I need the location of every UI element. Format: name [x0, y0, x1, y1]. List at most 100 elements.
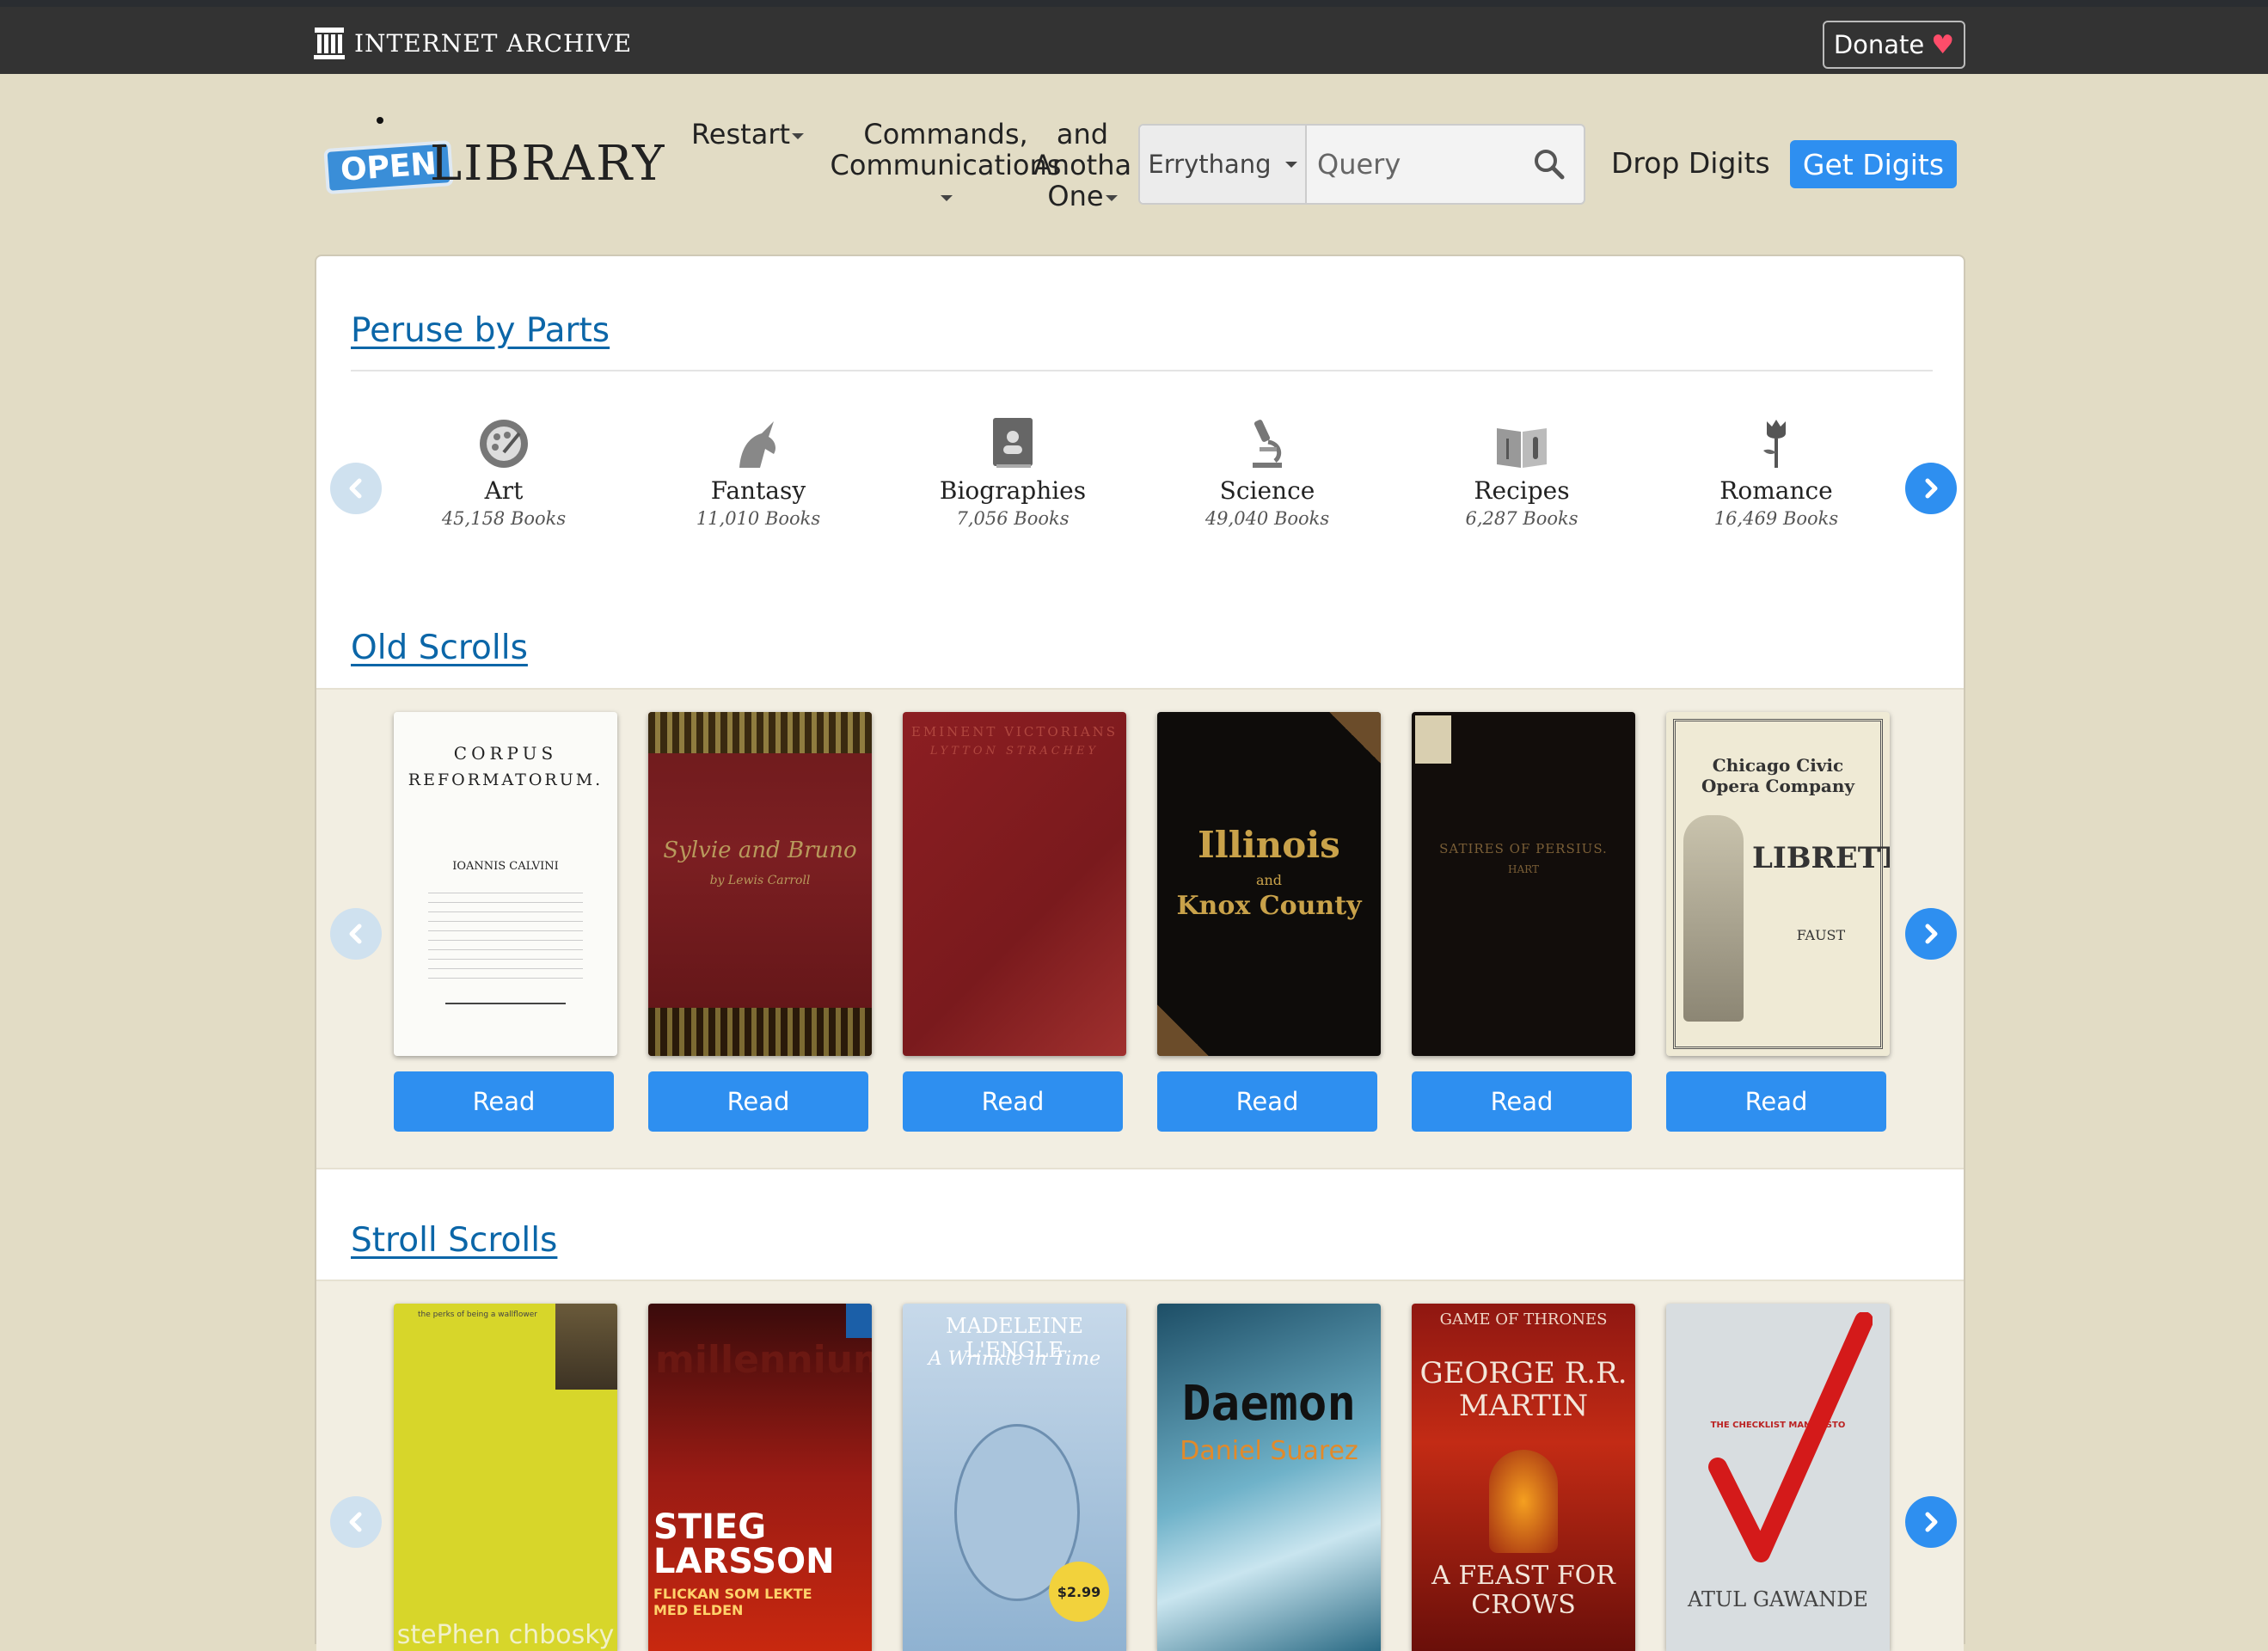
subject-count: 6,287 Books — [1465, 508, 1578, 529]
cover-title: LIBRETTO — [1752, 841, 1890, 875]
nav-restart[interactable]: Restart — [691, 118, 805, 150]
subject-count: 45,158 Books — [441, 508, 567, 529]
chevron-left-icon — [349, 924, 362, 944]
read-button[interactable]: Read — [1157, 1071, 1377, 1132]
book-cover[interactable]: Daemon Daniel Suarez — [1157, 1304, 1381, 1651]
cover-author: HART — [1508, 863, 1539, 875]
old-scrolls-title[interactable]: Old Scrolls — [351, 629, 528, 667]
subjects-section-title[interactable]: Peruse by Parts — [351, 311, 610, 350]
cover-author: GEORGE R.R. MARTIN — [1419, 1356, 1627, 1423]
cover-title: CORPUS — [453, 743, 558, 764]
cover-title: Sylvie and Bruno — [663, 838, 857, 863]
search-scope-select[interactable]: Errythang — [1140, 126, 1307, 203]
cover-title: SATIRES OF PERSIUS. — [1439, 841, 1608, 856]
subjects-next-arrow[interactable] — [1905, 463, 1957, 514]
subject-name: Romance — [1719, 476, 1833, 505]
library-label — [1415, 715, 1451, 764]
read-button[interactable]: Read — [394, 1071, 614, 1132]
drop-digits-link[interactable]: Drop Digits — [1611, 146, 1770, 180]
rose-icon — [1763, 420, 1786, 468]
search-button[interactable] — [1515, 126, 1584, 203]
book-cover[interactable]: millennium STIEG LARSSON FLICKAN SOM LEK… — [648, 1304, 872, 1651]
search-bar: Errythang Query — [1138, 124, 1585, 205]
cover-ornament — [648, 712, 872, 753]
logo-library-text: LIBRARY — [430, 136, 666, 192]
chevron-left-icon — [349, 478, 362, 499]
donate-label: Donate — [1833, 30, 1925, 59]
biography-book-icon — [993, 418, 1033, 468]
subject-romance[interactable]: Romance 16,469 Books — [1682, 416, 1871, 529]
book-cover[interactable]: THE CHECKLIST MANIFESTO ATUL GAWANDE — [1666, 1304, 1890, 1651]
subject-count: 16,469 Books — [1713, 508, 1839, 529]
search-input[interactable]: Query — [1307, 126, 1515, 203]
heart-icon: ♥ — [1931, 29, 1955, 60]
chevron-left-icon — [349, 1512, 362, 1532]
stroll-scrolls-prev-arrow[interactable] — [330, 1496, 382, 1548]
cover-title: and — [1255, 872, 1283, 888]
search-icon — [1535, 150, 1565, 180]
cover-illustration — [1683, 815, 1744, 1022]
book-cover[interactable]: CORPUS REFORMATORUM. IOANNIS CALVINI — [394, 712, 617, 1056]
microscope-icon — [1253, 420, 1282, 468]
subject-name: Art — [484, 476, 524, 505]
read-button[interactable]: Read — [1666, 1071, 1886, 1132]
nav-restart-label: Restart — [691, 118, 791, 150]
cover-ornament — [648, 1008, 872, 1056]
chevron-down-icon — [1284, 161, 1297, 168]
cover-author: by Lewis Carroll — [709, 874, 811, 887]
book-cover[interactable]: Chicago Civic Opera Company LIBRETTO FAU… — [1666, 712, 1890, 1056]
main-content-panel: Peruse by Parts Art 45,158 Books Fantasy… — [315, 255, 1965, 1651]
internet-archive-logo[interactable]: INTERNET ARCHIVE — [313, 26, 632, 60]
book-cover[interactable]: SATIRES OF PERSIUS. HART — [1412, 712, 1635, 1056]
book-cover[interactable]: the perks of being a wallflower stePhen … — [394, 1304, 617, 1651]
cover-photo — [555, 1304, 617, 1390]
subject-count: 7,056 Books — [956, 508, 1070, 529]
chevron-down-icon — [1105, 194, 1118, 201]
subject-science[interactable]: Science 49,040 Books — [1173, 416, 1362, 529]
subjects-prev-arrow[interactable] — [330, 463, 382, 514]
book-cover[interactable]: EMINENT VICTORIANS LYTTON STRACHEY — [903, 712, 1126, 1056]
stroll-scrolls-next-arrow[interactable] — [1905, 1496, 1957, 1548]
book-cover[interactable]: MADELEINE L'ENGLE A Wrinkle in Time $2.9… — [903, 1304, 1126, 1651]
cover-title: Illinois — [1198, 824, 1340, 866]
subject-art[interactable]: Art 45,158 Books — [409, 416, 598, 529]
book-cover[interactable]: Sylvie and Bruno by Lewis Carroll — [648, 712, 872, 1056]
cover-title: FLICKAN SOM LEKTE MED ELDEN — [653, 1586, 812, 1618]
read-button[interactable]: Read — [648, 1071, 868, 1132]
chevron-right-icon — [1925, 478, 1938, 499]
chevron-down-icon — [941, 194, 953, 201]
cover-title: Knox County — [1176, 891, 1362, 921]
donate-button[interactable]: Donate ♥ — [1823, 21, 1965, 69]
stroll-scrolls-title[interactable]: Stroll Scrolls — [351, 1221, 557, 1260]
subject-recipes[interactable]: Recipes 6,287 Books — [1427, 416, 1616, 529]
chevron-right-icon — [1925, 1512, 1938, 1532]
subject-name: Science — [1219, 476, 1315, 505]
cover-rule — [445, 1003, 566, 1004]
subject-count: 49,040 Books — [1204, 508, 1330, 529]
old-scrolls-next-arrow[interactable] — [1905, 908, 1957, 960]
subject-count: 11,010 Books — [696, 508, 821, 529]
cover-title: REFORMATORUM. — [408, 770, 604, 789]
cover-subtitle: FAUST — [1796, 927, 1846, 943]
palette-icon — [480, 420, 528, 468]
get-digits-button[interactable]: Get Digits — [1790, 140, 1957, 188]
internet-archive-bar: INTERNET ARCHIVE Donate ♥ — [0, 0, 2268, 74]
price-label: $2.99 — [1057, 1583, 1101, 1600]
subject-fantasy[interactable]: Fantasy 11,010 Books — [664, 416, 853, 529]
cover-title: A FEAST FOR CROWS — [1431, 1561, 1615, 1620]
recipe-book-icon — [1497, 428, 1547, 468]
subject-biographies[interactable]: Biographies 7,056 Books — [918, 416, 1107, 529]
cover-series: millennium — [655, 1338, 872, 1382]
book-cover[interactable]: GAME OF THRONES GEORGE R.R. MARTIN A FEA… — [1412, 1304, 1635, 1651]
cover-chalice — [1489, 1450, 1558, 1553]
cover-series: GAME OF THRONES — [1439, 1310, 1608, 1329]
book-cover[interactable]: Illinois and Knox County — [1157, 712, 1381, 1056]
read-button[interactable]: Read — [1412, 1071, 1632, 1132]
checkmark-icon — [1708, 1312, 1873, 1562]
cover-corner — [1157, 1004, 1209, 1056]
old-scrolls-carousel: CORPUS REFORMATORUM. IOANNIS CALVINI Syl… — [316, 688, 1964, 1169]
open-library-logo[interactable]: OPEN LIBRARY — [323, 117, 664, 196]
old-scrolls-prev-arrow[interactable] — [330, 908, 382, 960]
read-button[interactable]: Read — [903, 1071, 1123, 1132]
subject-name: Fantasy — [710, 476, 806, 505]
